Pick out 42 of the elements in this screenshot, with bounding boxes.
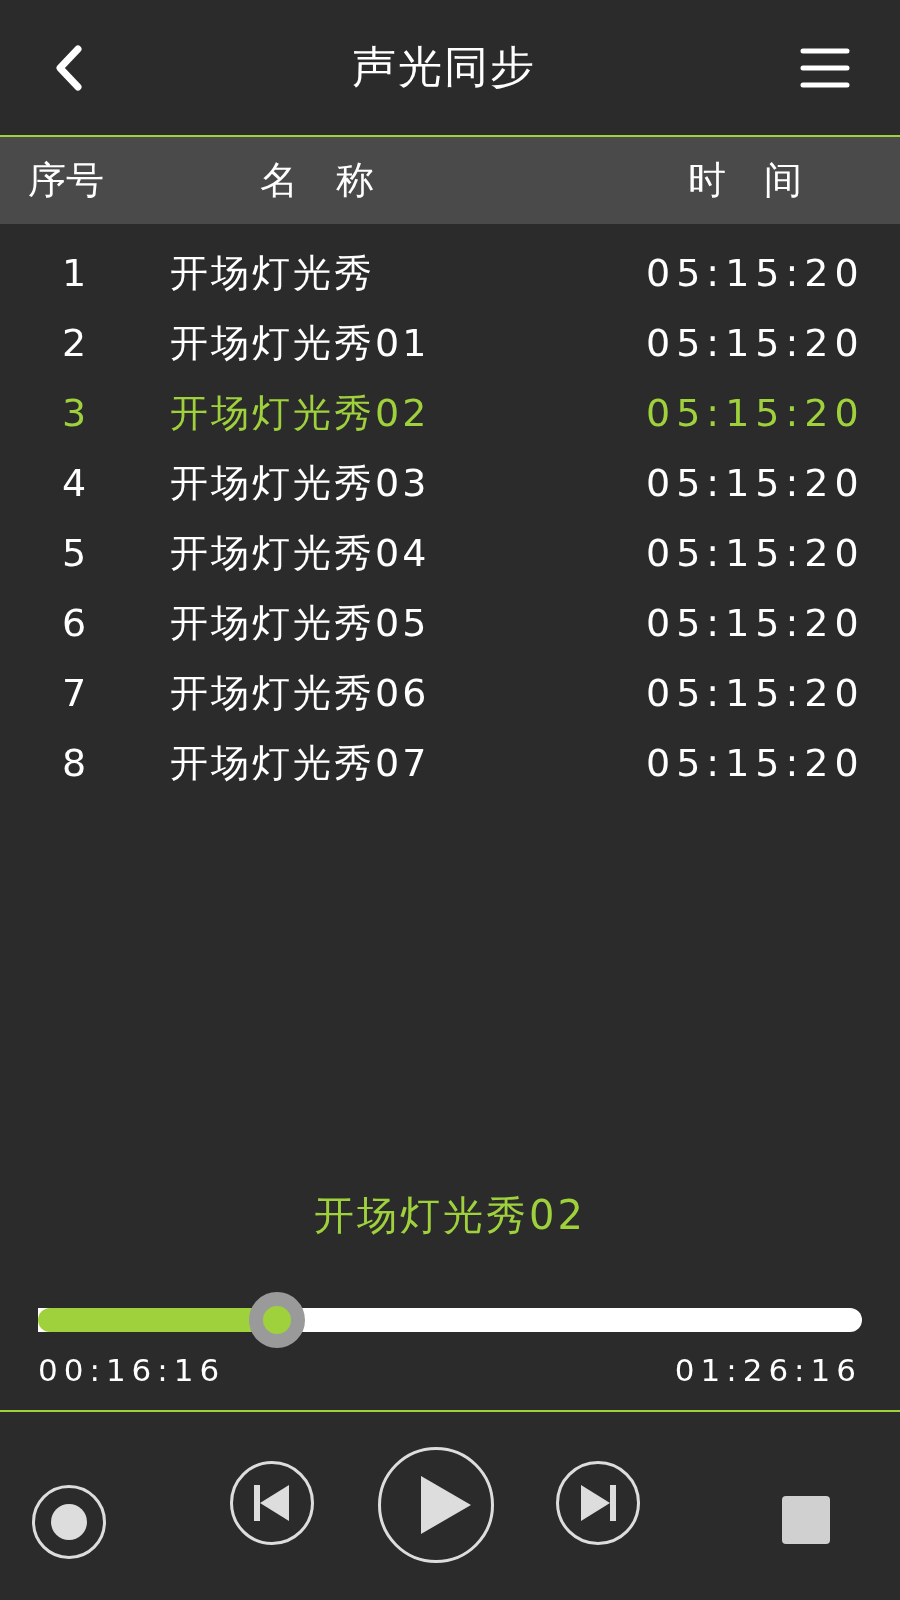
- play-button[interactable]: [377, 1446, 495, 1564]
- column-header: 序号: [27, 157, 105, 204]
- screen-title: 声光同步: [352, 40, 536, 94]
- track-duration: 05:15:20: [645, 601, 866, 645]
- track-number: 2: [61, 321, 88, 365]
- record-button[interactable]: [31, 1484, 107, 1560]
- previous-button[interactable]: [229, 1460, 315, 1546]
- column-header: 时 间: [687, 157, 803, 204]
- track-duration: 05:15:20: [645, 321, 866, 365]
- track-duration: 05:15:20: [645, 531, 866, 575]
- menu-button[interactable]: [800, 46, 850, 89]
- stop-icon: [782, 1496, 830, 1544]
- track-name[interactable]: 开场灯光秀02: [170, 387, 630, 439]
- track-number: 6: [61, 601, 88, 645]
- track-number: 3: [61, 391, 88, 435]
- play-icon: [377, 1446, 495, 1564]
- total-time: 01:26:16: [674, 1352, 862, 1388]
- track-number: 8: [61, 741, 88, 785]
- track-name[interactable]: 开场灯光秀06: [170, 667, 630, 719]
- column-header: 名 称: [259, 157, 375, 204]
- menu-icon: [800, 46, 850, 89]
- track-duration: 05:15:20: [645, 741, 866, 785]
- track-name[interactable]: 开场灯光秀07: [170, 737, 630, 789]
- track-name[interactable]: 开场灯光秀04: [170, 527, 630, 579]
- next-button[interactable]: [555, 1460, 641, 1546]
- track-number: 5: [61, 531, 88, 575]
- skip-forward-icon: [555, 1460, 641, 1546]
- skip-back-icon: [229, 1460, 315, 1546]
- track-duration: 05:15:20: [645, 251, 866, 295]
- track-name[interactable]: 开场灯光秀05: [170, 597, 630, 649]
- track-number: 1: [61, 251, 88, 295]
- now-playing-title: 开场灯光秀02: [313, 1191, 587, 1240]
- track-name[interactable]: 开场灯光秀01: [170, 317, 630, 369]
- track-duration: 05:15:20: [645, 671, 866, 715]
- track-name[interactable]: 开场灯光秀: [170, 247, 630, 299]
- track-duration: 05:15:20: [645, 461, 866, 505]
- record-icon: [31, 1484, 107, 1560]
- track-number: 4: [61, 461, 88, 505]
- track-name[interactable]: 开场灯光秀03: [170, 457, 630, 509]
- track-number: 7: [61, 671, 88, 715]
- track-duration: 05:15:20: [645, 391, 866, 435]
- elapsed-time: 00:16:16: [38, 1352, 226, 1388]
